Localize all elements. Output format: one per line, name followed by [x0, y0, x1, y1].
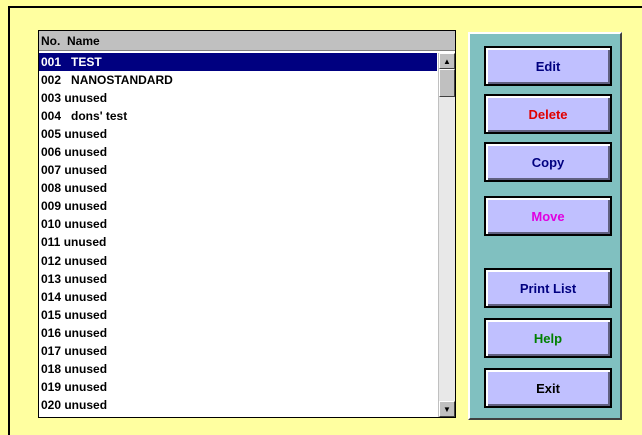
list-item[interactable]: 008 unused [39, 179, 437, 197]
list-item[interactable]: 004 dons' test [39, 107, 437, 125]
list-item[interactable]: 006 unused [39, 143, 437, 161]
list-item[interactable]: 014 unused [39, 288, 437, 306]
edit-label: Edit [535, 58, 561, 74]
list-item[interactable]: 017 unused [39, 342, 437, 360]
help-label: Help [533, 330, 563, 346]
print-list-label: Print List [519, 280, 577, 296]
list-item[interactable]: 002 NANOSTANDARD [39, 71, 437, 89]
scroll-up-icon[interactable]: ▲ [439, 53, 455, 69]
list-item[interactable]: 020 unused [39, 396, 437, 414]
list-item[interactable]: 003 unused [39, 89, 437, 107]
list-item[interactable]: 019 unused [39, 378, 437, 396]
list-item[interactable]: 013 unused [39, 270, 437, 288]
scroll-thumb[interactable] [439, 69, 455, 97]
column-header-no: No. [41, 33, 61, 48]
exit-button[interactable]: Exit [484, 368, 612, 408]
list-item[interactable]: 016 unused [39, 324, 437, 342]
delete-label: Delete [528, 106, 568, 122]
move-button[interactable]: Move [484, 196, 612, 236]
list-item[interactable]: 012 unused [39, 252, 437, 270]
list-rows: 001 TEST 002 NANOSTANDARD 003 unused 004 do… [39, 53, 437, 414]
vertical-scrollbar[interactable]: ▲ ▼ [438, 53, 455, 417]
list-item[interactable]: 015 unused [39, 306, 437, 324]
delete-button[interactable]: Delete [484, 94, 612, 134]
list-item[interactable]: 005 unused [39, 125, 437, 143]
copy-button[interactable]: Copy [484, 142, 612, 182]
list-header: No. Name [39, 31, 455, 51]
column-header-name: Name [67, 33, 100, 48]
move-label: Move [531, 208, 565, 224]
list-item[interactable]: 018 unused [39, 360, 437, 378]
print-list-button[interactable]: Print List [484, 268, 612, 308]
edit-button[interactable]: Edit [484, 46, 612, 86]
exit-label: Exit [536, 380, 560, 396]
copy-label: Copy [531, 154, 565, 170]
list-item[interactable]: 007 unused [39, 161, 437, 179]
list-item[interactable]: 009 unused [39, 197, 437, 215]
list-item[interactable]: 010 unused [39, 215, 437, 233]
button-panel: Edit Delete Copy Move Print List Help Ex… [468, 32, 622, 420]
scroll-down-icon[interactable]: ▼ [439, 401, 455, 417]
list-item[interactable]: 011 unused [39, 233, 437, 251]
list-item[interactable]: 001 TEST [39, 53, 437, 72]
program-list[interactable]: No. Name 001 TEST 002 NANOSTANDARD 003 unu… [38, 30, 456, 418]
help-button[interactable]: Help [484, 318, 612, 358]
